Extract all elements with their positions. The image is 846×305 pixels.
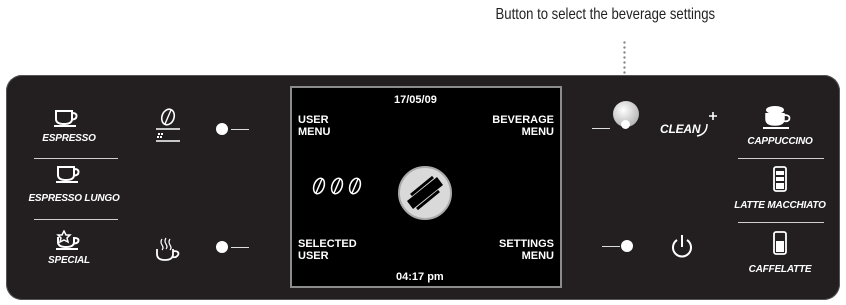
- power-icon[interactable]: [670, 234, 694, 260]
- separator: [34, 219, 118, 220]
- latte-macchiato-button[interactable]: LATTE MACCHIATO: [732, 200, 828, 211]
- settings-menu-label: SETTINGS MENU: [498, 238, 554, 262]
- hot-water-icon: [156, 237, 180, 261]
- separator: [738, 158, 824, 159]
- beverage-menu-label: BEVERAGE MENU: [492, 114, 554, 138]
- espresso-lungo-button[interactable]: ESPRESSO LUNGO: [24, 193, 124, 204]
- button-indicator-line: [602, 246, 620, 247]
- clean-cycle-icon: [696, 112, 717, 137]
- coffee-beans-strength-icon: [312, 177, 362, 195]
- selected-user-label: SELECTED USER: [298, 238, 357, 262]
- caffelatte-glass-icon: [773, 231, 787, 255]
- cappuccino-cup-icon: [763, 106, 791, 129]
- logo-icon: [398, 166, 452, 220]
- separator: [34, 158, 118, 159]
- special-button[interactable]: SPECIAL: [34, 255, 104, 266]
- hot-water-select-button[interactable]: [216, 241, 228, 253]
- settings-menu-button[interactable]: [621, 240, 633, 252]
- beverage-settings-button-dot: [621, 120, 630, 129]
- espresso-button[interactable]: ESPRESSO: [34, 133, 104, 144]
- separator: [738, 222, 824, 223]
- aroma-select-button[interactable]: [216, 123, 228, 135]
- button-indicator-line: [231, 247, 249, 248]
- cappuccino-button[interactable]: CAPPUCCINO: [740, 136, 820, 147]
- user-menu-label: USER MENU: [298, 114, 331, 138]
- espresso-cup-icon: [54, 110, 78, 127]
- special-cup-icon: [56, 230, 80, 250]
- espresso-lungo-cup-icon: [56, 166, 80, 183]
- button-indicator-line: [592, 128, 610, 129]
- caffelatte-button[interactable]: CAFFELATTE: [740, 264, 820, 275]
- latte-macchiato-glass-icon: [773, 166, 787, 192]
- coffee-bean-icon: [156, 108, 180, 142]
- display-time: 04:17 pm: [396, 271, 444, 283]
- display-date: 17/05/09: [394, 94, 437, 106]
- button-indicator-line: [231, 129, 249, 130]
- callout-label: Button to select the beverage settings: [495, 6, 716, 23]
- display-screen: 17/05/09 USER MENU BEVERAGE MENU SELECTED U…: [290, 86, 562, 288]
